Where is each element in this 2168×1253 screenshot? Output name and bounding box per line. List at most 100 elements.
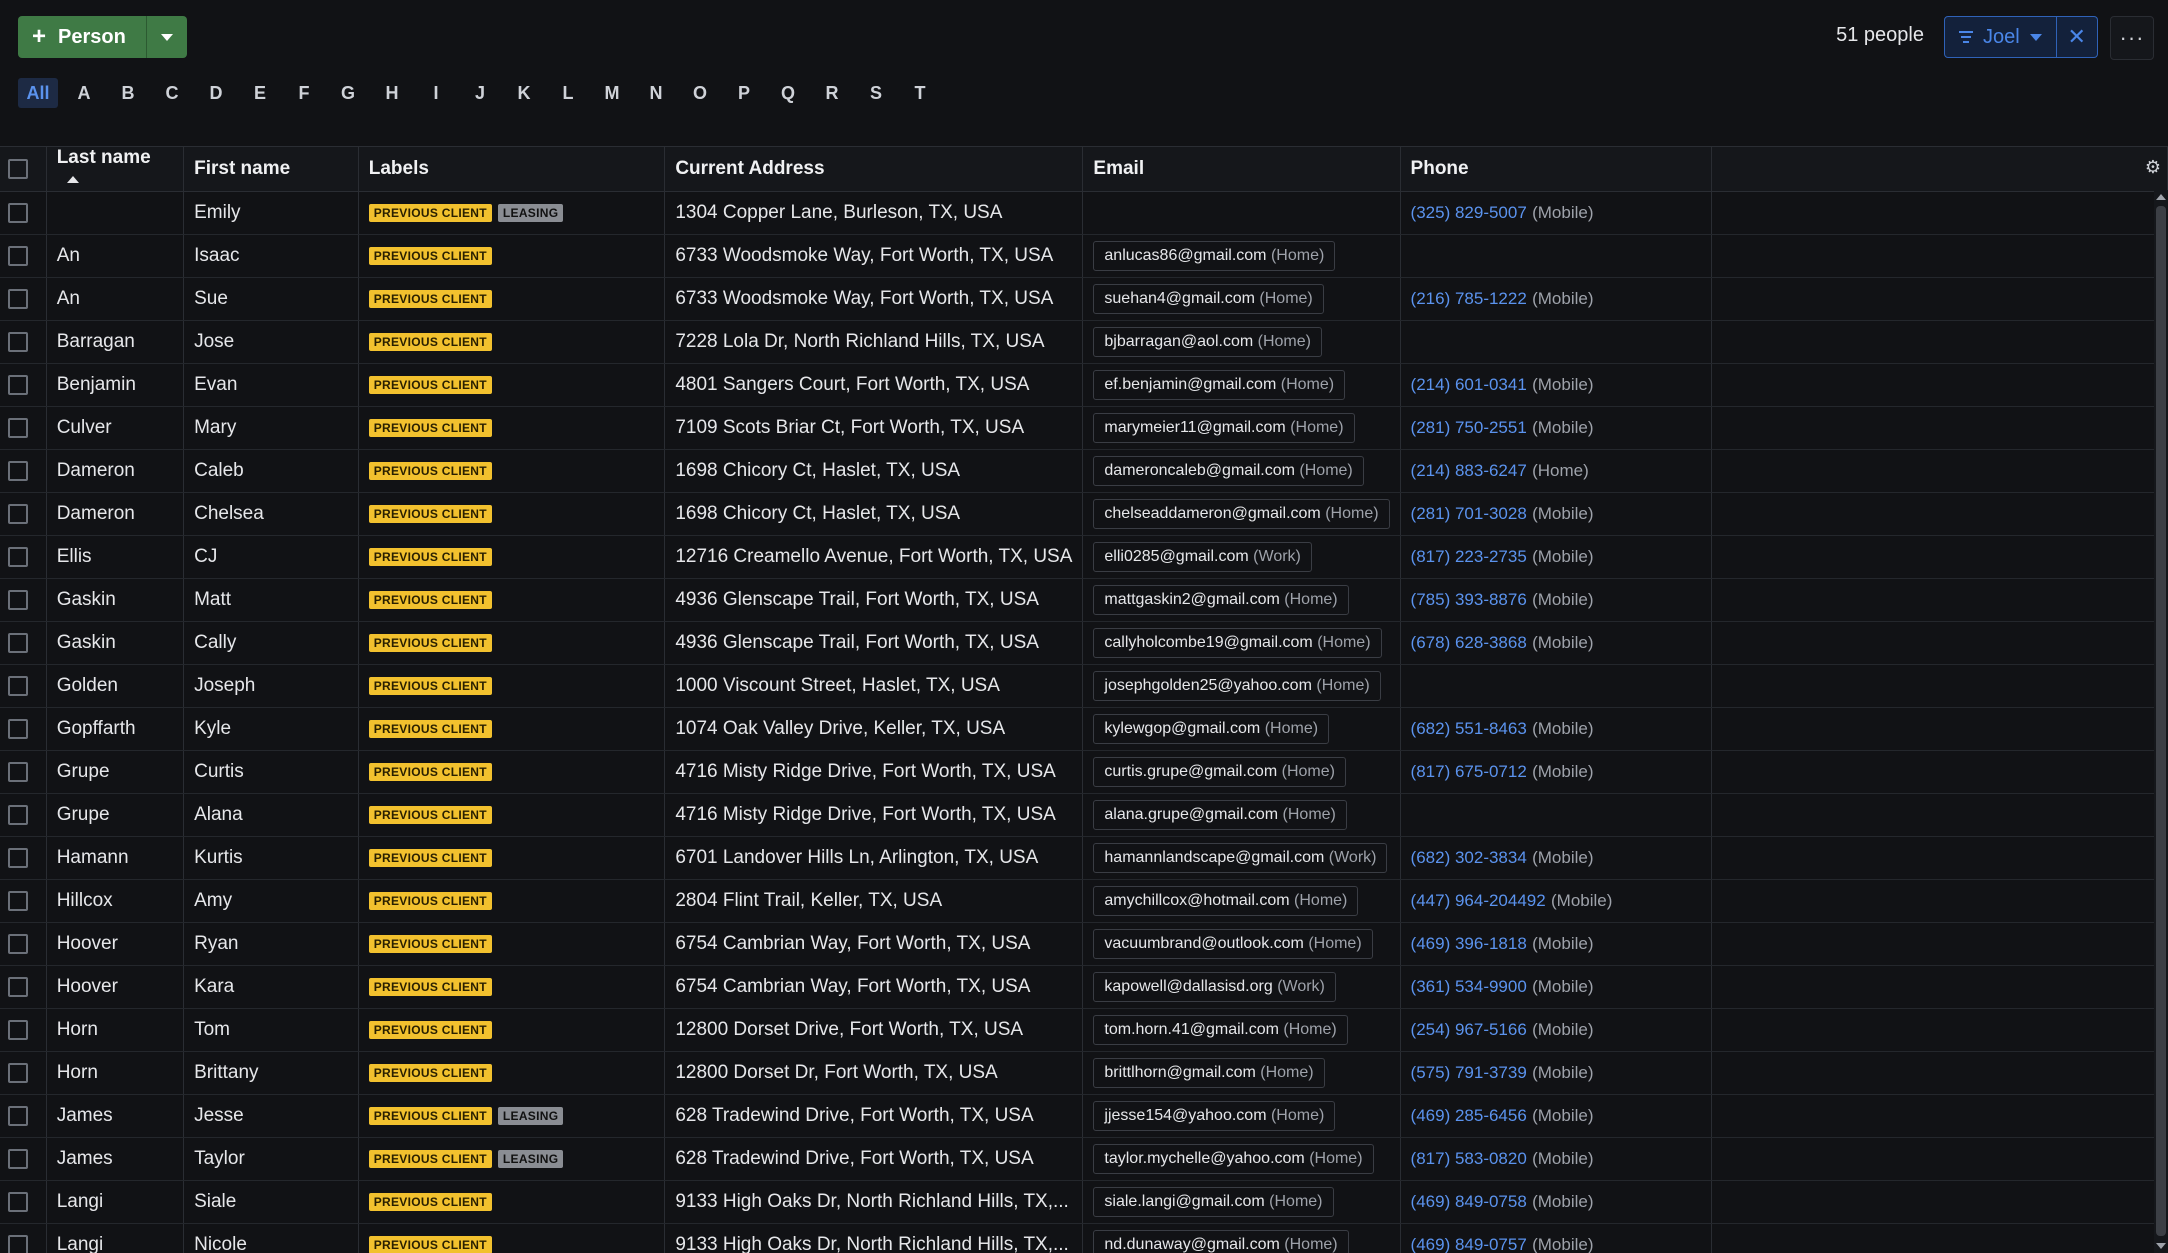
phone-link[interactable]: (469) 285-6456	[1411, 1106, 1527, 1125]
email-chip[interactable]: siale.langi@gmail.com (Home)	[1093, 1187, 1334, 1217]
phone-link[interactable]: (817) 675-0712	[1411, 762, 1527, 781]
email-chip[interactable]: elli0285@gmail.com (Work)	[1093, 542, 1312, 572]
column-header-phone[interactable]: Phone	[1400, 146, 1713, 192]
alphabet-letter-e[interactable]: E	[238, 78, 282, 108]
phone-link[interactable]: (678) 628-3868	[1411, 633, 1527, 652]
column-header-labels[interactable]: Labels	[358, 146, 666, 192]
row-checkbox[interactable]	[8, 1019, 28, 1040]
column-header-address[interactable]: Current Address	[664, 146, 1084, 192]
email-chip[interactable]: chelseaddameron@gmail.com (Home)	[1093, 499, 1390, 529]
table-row[interactable]: Hillcox Amy PREVIOUS CLIENT 2804 Flint Trai…	[0, 879, 2168, 923]
table-row[interactable]: Hoover Kara PREVIOUS CLIENT 6754 Cambrian W…	[0, 965, 2168, 1009]
row-checkbox[interactable]	[8, 374, 28, 395]
row-checkbox[interactable]	[8, 890, 28, 911]
row-checkbox[interactable]	[8, 847, 28, 868]
row-checkbox[interactable]	[8, 1191, 28, 1212]
phone-link[interactable]: (575) 791-3739	[1411, 1063, 1527, 1082]
table-row[interactable]: Gaskin Matt PREVIOUS CLIENT 4936 Glenscape …	[0, 578, 2168, 622]
alphabet-letter-r[interactable]: R	[810, 78, 854, 108]
row-checkbox[interactable]	[8, 761, 28, 782]
email-chip[interactable]: vacuumbrand@outlook.com (Home)	[1093, 929, 1373, 959]
row-checkbox[interactable]	[8, 546, 28, 567]
table-row[interactable]: Langi Siale PREVIOUS CLIENT 9133 High Oaks …	[0, 1180, 2168, 1224]
scroll-up-icon[interactable]	[2156, 194, 2166, 200]
alphabet-letter-g[interactable]: G	[326, 78, 370, 108]
row-checkbox[interactable]	[8, 1234, 28, 1253]
table-row[interactable]: Culver Mary PREVIOUS CLIENT 7109 Scots Bria…	[0, 406, 2168, 450]
phone-link[interactable]: (216) 785-1222	[1411, 289, 1527, 308]
phone-link[interactable]: (325) 829-5007	[1411, 203, 1527, 222]
add-person-dropdown-button[interactable]	[145, 16, 187, 58]
table-row[interactable]: Gaskin Cally PREVIOUS CLIENT 4936 Glenscape…	[0, 621, 2168, 665]
more-options-button[interactable]: ···	[2110, 16, 2154, 60]
table-row[interactable]: Hoover Ryan PREVIOUS CLIENT 6754 Cambrian W…	[0, 922, 2168, 966]
email-chip[interactable]: bjbarragan@aol.com (Home)	[1093, 327, 1322, 357]
table-row[interactable]: James Taylor PREVIOUS CLIENT LEASING 628 Tra…	[0, 1137, 2168, 1181]
row-checkbox[interactable]	[8, 331, 28, 352]
phone-link[interactable]: (281) 701-3028	[1411, 504, 1527, 523]
alphabet-letter-n[interactable]: N	[634, 78, 678, 108]
table-row[interactable]: An Isaac PREVIOUS CLIENT 6733 Woodsmoke Way…	[0, 234, 2168, 278]
select-all-checkbox[interactable]	[8, 158, 28, 179]
table-row[interactable]: Dameron Caleb PREVIOUS CLIENT 1698 Chicory …	[0, 449, 2168, 493]
email-chip[interactable]: dameroncaleb@gmail.com (Home)	[1093, 456, 1364, 486]
phone-link[interactable]: (469) 849-0757	[1411, 1235, 1527, 1253]
phone-link[interactable]: (214) 601-0341	[1411, 375, 1527, 394]
alphabet-letter-a[interactable]: A	[62, 78, 106, 108]
clear-filter-button[interactable]: ✕	[2056, 16, 2098, 58]
alphabet-letter-i[interactable]: I	[414, 78, 458, 108]
table-row[interactable]: James Jesse PREVIOUS CLIENT LEASING 628 Trad…	[0, 1094, 2168, 1138]
row-checkbox[interactable]	[8, 245, 28, 266]
filter-button[interactable]: Joel	[1944, 16, 2057, 58]
row-checkbox[interactable]	[8, 589, 28, 610]
alphabet-letter-o[interactable]: O	[678, 78, 722, 108]
table-row[interactable]: Emily PREVIOUS CLIENT LEASING 1304 Copper L…	[0, 191, 2168, 235]
column-header-email[interactable]: Email	[1082, 146, 1401, 192]
phone-link[interactable]: (469) 396-1818	[1411, 934, 1527, 953]
alphabet-letter-k[interactable]: K	[502, 78, 546, 108]
alphabet-letter-c[interactable]: C	[150, 78, 194, 108]
row-checkbox[interactable]	[8, 417, 28, 438]
email-chip[interactable]: taylor.mychelle@yahoo.com (Home)	[1093, 1144, 1374, 1174]
alphabet-letter-all[interactable]: All	[18, 78, 58, 108]
email-chip[interactable]: tom.horn.41@gmail.com (Home)	[1093, 1015, 1348, 1045]
table-row[interactable]: Grupe Alana PREVIOUS CLIENT 4716 Misty Ridg…	[0, 793, 2168, 837]
phone-link[interactable]: (254) 967-5166	[1411, 1020, 1527, 1039]
row-checkbox[interactable]	[8, 460, 28, 481]
email-chip[interactable]: josephgolden25@yahoo.com (Home)	[1093, 671, 1381, 701]
table-row[interactable]: Golden Joseph PREVIOUS CLIENT 1000 Viscount…	[0, 664, 2168, 708]
table-row[interactable]: Grupe Curtis PREVIOUS CLIENT 4716 Misty Rid…	[0, 750, 2168, 794]
phone-link[interactable]: (682) 302-3834	[1411, 848, 1527, 867]
alphabet-letter-b[interactable]: B	[106, 78, 150, 108]
scrollbar-thumb[interactable]	[2156, 206, 2166, 1236]
alphabet-letter-t[interactable]: T	[898, 78, 942, 108]
gear-icon[interactable]: ⚙	[2145, 157, 2161, 178]
phone-link[interactable]: (785) 393-8876	[1411, 590, 1527, 609]
row-checkbox[interactable]	[8, 1105, 28, 1126]
table-row[interactable]: Horn Brittany PREVIOUS CLIENT 12800 Dorset …	[0, 1051, 2168, 1095]
row-checkbox[interactable]	[8, 1148, 28, 1169]
email-chip[interactable]: marymeier11@gmail.com (Home)	[1093, 413, 1355, 443]
phone-link[interactable]: (214) 883-6247	[1411, 461, 1527, 480]
phone-link[interactable]: (682) 551-8463	[1411, 719, 1527, 738]
table-row[interactable]: Horn Tom PREVIOUS CLIENT 12800 Dorset Drive…	[0, 1008, 2168, 1052]
column-header-last-name[interactable]: Last name	[46, 146, 185, 192]
email-chip[interactable]: alana.grupe@gmail.com (Home)	[1093, 800, 1347, 830]
row-checkbox[interactable]	[8, 632, 28, 653]
email-chip[interactable]: kylewgop@gmail.com (Home)	[1093, 714, 1330, 744]
alphabet-letter-p[interactable]: P	[722, 78, 766, 108]
table-row[interactable]: Hamann Kurtis PREVIOUS CLIENT 6701 Landover…	[0, 836, 2168, 880]
row-checkbox[interactable]	[8, 503, 28, 524]
email-chip[interactable]: callyholcombe19@gmail.com (Home)	[1093, 628, 1382, 658]
row-checkbox[interactable]	[8, 933, 28, 954]
table-row[interactable]: Barragan Jose PREVIOUS CLIENT 7228 Lola Dr,…	[0, 320, 2168, 364]
alphabet-letter-s[interactable]: S	[854, 78, 898, 108]
table-row[interactable]: Gopffarth Kyle PREVIOUS CLIENT 1074 Oak Val…	[0, 707, 2168, 751]
scroll-down-icon[interactable]	[2156, 1243, 2166, 1249]
alphabet-letter-h[interactable]: H	[370, 78, 414, 108]
email-chip[interactable]: anlucas86@gmail.com (Home)	[1093, 241, 1336, 271]
alphabet-letter-f[interactable]: F	[282, 78, 326, 108]
row-checkbox[interactable]	[8, 288, 28, 309]
table-row[interactable]: Ellis CJ PREVIOUS CLIENT 12716 Creamello Av…	[0, 535, 2168, 579]
table-row[interactable]: Benjamin Evan PREVIOUS CLIENT 4801 Sangers …	[0, 363, 2168, 407]
